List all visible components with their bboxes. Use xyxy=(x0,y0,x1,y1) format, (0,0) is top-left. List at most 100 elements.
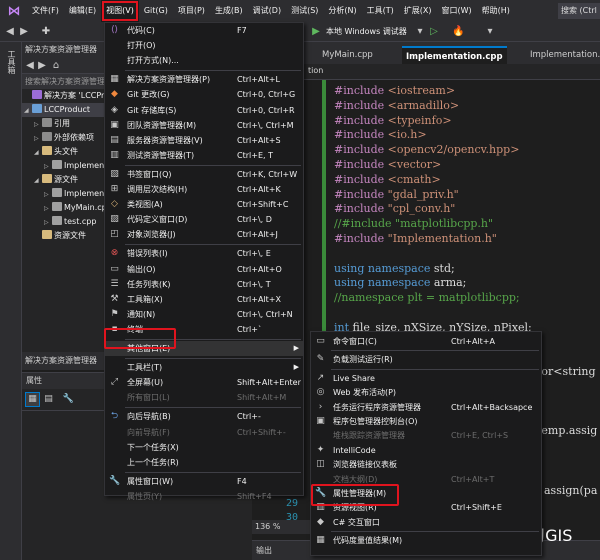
tab-0[interactable]: MyMain.cpp xyxy=(318,46,377,64)
menu-item-1[interactable]: 编辑(E) xyxy=(64,0,101,22)
tree-item[interactable]: ▷ MyMain.cpp xyxy=(22,201,104,215)
tab-1[interactable]: Implementation.cpp xyxy=(402,46,507,64)
menu-item-11[interactable]: 窗口(W) xyxy=(437,0,477,22)
menu-item-live-share[interactable]: ↗ Live Share xyxy=(311,371,541,386)
navigation-scope[interactable]: tion xyxy=(308,66,323,75)
code-token: <opencv2/opencv.hpp> xyxy=(387,143,520,157)
menu-item-entry-33[interactable]: 上一个任务(R) xyxy=(105,455,303,470)
menu-item-web-publish[interactable]: ◎ Web 发布活动(P) xyxy=(311,385,541,400)
menu-item-task-list[interactable]: ☰ 任务列表(K) Ctrl+\, T xyxy=(105,277,303,292)
code-line: assign(pa xyxy=(544,484,597,498)
menu-item-2[interactable]: 视图(V) xyxy=(101,0,139,22)
menu-item-open[interactable]: 打开(O) xyxy=(105,38,303,53)
forward-icon[interactable]: ▶ xyxy=(18,26,30,38)
tree-item[interactable]: ▷ test.cpp xyxy=(22,215,104,229)
code-token: <armadillo> xyxy=(387,98,460,112)
expand-arrow-icon[interactable]: ▷ xyxy=(44,216,52,230)
menu-item-0[interactable]: 文件(F) xyxy=(27,0,64,22)
expand-arrow-icon[interactable]: ▷ xyxy=(34,118,42,132)
tree-item[interactable]: 解决方案 'LCCProduct' xyxy=(22,89,104,103)
menu-item-browser-link[interactable]: ◫ 浏览器链接仪表板 xyxy=(311,457,541,472)
menu-item-team-explorer[interactable]: ▣ 团队资源管理器(M) Ctrl+\, Ctrl+M xyxy=(105,118,303,133)
menu-item-shortcut: Ctrl+\, D xyxy=(237,215,272,225)
menu-item-label: 浏览器链接仪表板 xyxy=(333,460,397,470)
property-pages-icon[interactable]: 🔧 xyxy=(62,393,75,406)
menu-item-7[interactable]: 测试(S) xyxy=(286,0,323,22)
menu-item-entry-32[interactable]: 下一个任务(X) xyxy=(105,440,303,455)
tree-item[interactable]: ◢ 源文件 xyxy=(22,173,104,187)
search-box[interactable]: 搜索 (Ctrl xyxy=(558,3,600,19)
expand-arrow-icon[interactable]: ◢ xyxy=(34,174,42,188)
start-without-debugging-icon[interactable]: ▷ xyxy=(428,26,440,38)
toolbox-tab[interactable]: 工具箱 xyxy=(6,50,17,74)
expand-arrow-icon[interactable]: ▷ xyxy=(44,160,52,174)
menu-item-package-manager[interactable]: ▣ 程序包管理器控制台(O) xyxy=(311,414,541,429)
dropdown-icon[interactable]: ▾ xyxy=(414,26,426,38)
menu-item-entry-26[interactable]: 工具栏(T) ▶ xyxy=(105,360,303,375)
code-token: temp.assig xyxy=(537,424,598,438)
tree-item[interactable]: ◢ LCCProduct xyxy=(22,103,104,117)
alphabetical-icon[interactable]: ▤ xyxy=(42,393,55,406)
tree-item[interactable]: ◢ 头文件 xyxy=(22,145,104,159)
menu-item-code-metrics[interactable]: ▦ 代码度量值结果(M) xyxy=(311,533,541,548)
menu-item-12[interactable]: 帮助(H) xyxy=(477,0,515,22)
menu-item-object-browser[interactable]: ◰ 对象浏览器(J) Ctrl+Alt+J xyxy=(105,227,303,242)
menu-item-5[interactable]: 生成(B) xyxy=(210,0,248,22)
categorized-icon[interactable]: ▦ xyxy=(25,392,40,407)
tree-item[interactable]: ▷ 外部依赖项 xyxy=(22,131,104,145)
menu-item-solution-explorer[interactable]: ▦ 解决方案资源管理器(P) Ctrl+Alt+L xyxy=(105,72,303,87)
back-icon[interactable]: ◀ xyxy=(4,26,16,38)
menu-item-output[interactable]: ▭ 输出(O) Ctrl+Alt+O xyxy=(105,262,303,277)
menu-item-navigate-backward[interactable]: ⮌ 向后导航(B) Ctrl+- xyxy=(105,409,303,424)
menu-item-code[interactable]: ⟨⟩ 代码(C) F7 xyxy=(105,23,303,38)
menu-item-3[interactable]: Git(G) xyxy=(139,0,173,22)
expand-arrow-icon[interactable]: ◢ xyxy=(24,104,32,118)
menu-item-command-window[interactable]: ▭ 命令窗口(C) Ctrl+Alt+A xyxy=(311,334,541,349)
back-icon[interactable]: ◀ xyxy=(24,60,36,72)
debugger-selector[interactable]: 本地 Windows 调试器 xyxy=(326,25,407,39)
menu-item-bookmark-window[interactable]: ▧ 书签窗口(Q) Ctrl+K, Ctrl+W xyxy=(105,167,303,182)
solution-search-input[interactable]: 搜索解决方案资源管理器 xyxy=(22,74,104,89)
menu-item-call-hierarchy[interactable]: ⊞ 调用层次结构(H) Ctrl+Alt+K xyxy=(105,182,303,197)
tree-node-icon xyxy=(42,146,52,155)
menu-item-entry-2[interactable]: 打开方式(N)... xyxy=(105,53,303,68)
menu-item-10[interactable]: 扩展(X) xyxy=(399,0,437,22)
menu-item-git-repository[interactable]: ◈ Git 存储库(S) Ctrl+0, Ctrl+R xyxy=(105,103,303,118)
menu-item-load-test[interactable]: ✎ 负载测试运行(R) xyxy=(311,352,541,367)
new-item-icon[interactable]: ✚ xyxy=(40,26,52,38)
menu-item-8[interactable]: 分析(N) xyxy=(323,0,361,22)
tree-item[interactable]: ▷ 引用 xyxy=(22,117,104,131)
menu-item-server-explorer[interactable]: ▤ 服务器资源管理器(V) Ctrl+Alt+S xyxy=(105,133,303,148)
menu-item-csharp-interactive[interactable]: ◆ C# 交互窗口 xyxy=(311,515,541,530)
tree-item[interactable]: ▷ Implementation.cpp xyxy=(22,187,104,201)
expand-arrow-icon[interactable]: ▷ xyxy=(34,132,42,146)
menu-item-toolbox[interactable]: ⚒ 工具箱(X) Ctrl+Alt+X xyxy=(105,292,303,307)
expand-arrow-icon[interactable]: ▷ xyxy=(44,188,52,202)
expand-arrow-icon[interactable]: ▷ xyxy=(44,202,52,216)
menu-item-code-definition[interactable]: ▨ 代码定义窗口(D) Ctrl+\, D xyxy=(105,212,303,227)
menu-item-9[interactable]: 工具(T) xyxy=(362,0,399,22)
class-view-tab[interactable]: 解决方案资源管理器 xyxy=(22,352,104,370)
toolbar-more-icon[interactable]: ▾ xyxy=(484,26,496,38)
menu-item-4[interactable]: 项目(P) xyxy=(173,0,210,22)
menu-item-class-view[interactable]: ◇ 类视图(A) Ctrl+Shift+C xyxy=(105,197,303,212)
all-windows-icon xyxy=(109,392,120,403)
expand-arrow-icon[interactable]: ◢ xyxy=(34,146,42,160)
home-icon[interactable]: ⌂ xyxy=(50,60,62,72)
hot-reload-icon[interactable]: 🔥 xyxy=(452,26,464,38)
menu-item-error-list[interactable]: ⊗ 错误列表(I) Ctrl+\, E xyxy=(105,246,303,261)
menu-item-properties-window[interactable]: 🔧 属性窗口(W) F4 xyxy=(105,474,303,489)
menu-item-test-explorer[interactable]: ▥ 测试资源管理器(T) Ctrl+E, T xyxy=(105,148,303,163)
menu-item-notifications[interactable]: ⚑ 通知(N) Ctrl+\, Ctrl+N xyxy=(105,307,303,322)
tree-item[interactable]: 资源文件 xyxy=(22,229,104,243)
menu-item-intellicode[interactable]: ✦ IntelliCode xyxy=(311,443,541,458)
menu-item-git-changes[interactable]: ◆ Git 更改(G) Ctrl+0, Ctrl+G xyxy=(105,87,303,102)
forward-icon[interactable]: ▶ xyxy=(36,60,48,72)
tree-item[interactable]: ▷ Implementation.h xyxy=(22,159,104,173)
tab-2[interactable]: Implementation.h xyxy=(526,46,600,64)
start-debugging-icon[interactable]: ▶ xyxy=(310,26,322,38)
menu-item-6[interactable]: 调试(D) xyxy=(248,0,286,22)
csharp-interactive-icon: ◆ xyxy=(317,516,324,527)
menu-item-task-runner[interactable]: › 任务运行程序资源管理器 Ctrl+Alt+Backsapce xyxy=(311,400,541,415)
menu-item-fullscreen[interactable]: ⤢ 全屏幕(U) Shift+Alt+Enter xyxy=(105,375,303,390)
